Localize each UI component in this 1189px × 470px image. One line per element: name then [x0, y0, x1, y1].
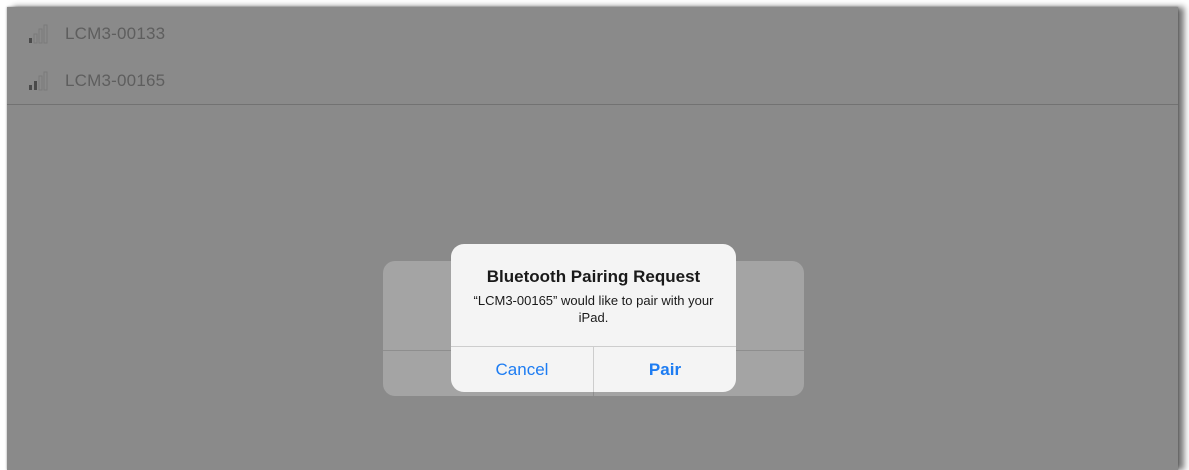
device-name: LCM3-00165	[65, 71, 166, 90]
pairing-alert: Bluetooth Pairing Request “LCM3-00165” w…	[451, 244, 736, 392]
cancel-button[interactable]: Cancel	[451, 347, 593, 392]
signal-strength-icon	[29, 71, 48, 91]
alert-message: “LCM3-00165” would like to pair with you…	[473, 293, 714, 325]
device-list: LCM3-00133 LCM3-00165	[7, 7, 1178, 104]
device-name: LCM3-00133	[65, 24, 166, 43]
device-list-item[interactable]: LCM3-00133	[7, 10, 1178, 58]
signal-strength-icon	[29, 24, 48, 44]
alert-title: Bluetooth Pairing Request	[486, 267, 701, 286]
screen-frame: LCM3-00133 LCM3-00165 Bluetooth Pairing …	[7, 7, 1178, 470]
pair-button[interactable]: Pair	[594, 347, 736, 392]
list-divider	[7, 104, 1178, 105]
device-list-item[interactable]: LCM3-00165	[7, 57, 1178, 105]
